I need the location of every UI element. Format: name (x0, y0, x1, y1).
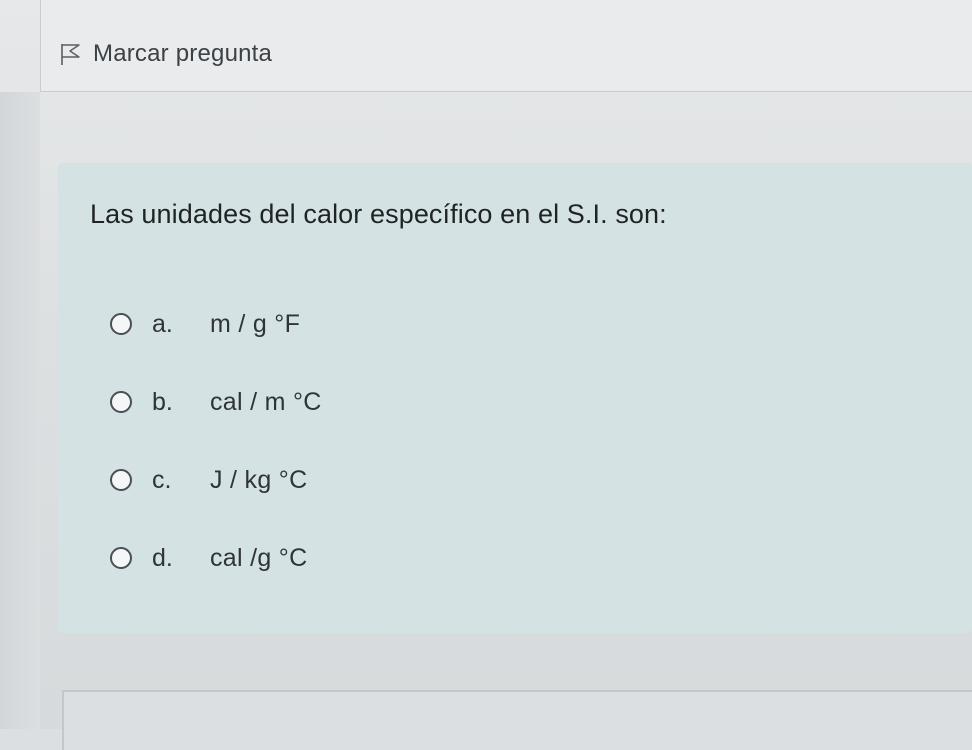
answer-option-b[interactable]: b. cal / m °C (110, 383, 322, 421)
flag-outline-icon (59, 42, 83, 66)
next-question-box (62, 690, 972, 750)
answer-letter: c. (152, 465, 172, 494)
question-info-box: Marcar pregunta (40, 0, 972, 92)
flag-question-label: Marcar pregunta (93, 40, 273, 67)
radio-button[interactable] (110, 547, 132, 569)
left-edge (0, 92, 40, 729)
flag-question-link[interactable]: Marcar pregunta (59, 40, 272, 68)
question-text: Las unidades del calor específico en el … (90, 199, 667, 229)
answer-option-c[interactable]: c. J / kg °C (110, 461, 322, 499)
answer-list: a. m / g °F b. cal / m °C c. J / kg °C d… (110, 305, 322, 617)
answer-option-a[interactable]: a. m / g °F (110, 305, 322, 343)
radio-button[interactable] (110, 313, 132, 335)
question-panel: Las unidades del calor específico en el … (58, 163, 972, 633)
radio-button[interactable] (110, 391, 132, 413)
answer-option-d[interactable]: d. cal /g °C (110, 539, 322, 577)
answer-letter: d. (152, 543, 173, 572)
answer-letter: b. (152, 387, 173, 416)
answer-text: J / kg °C (210, 465, 308, 494)
answer-text: cal / m °C (210, 387, 322, 416)
answer-text: m / g °F (210, 309, 301, 338)
quiz-page: Marcar pregunta Las unidades del calor e… (0, 0, 972, 750)
answer-letter: a. (152, 309, 173, 338)
radio-button[interactable] (110, 469, 132, 491)
answer-text: cal /g °C (210, 543, 308, 572)
